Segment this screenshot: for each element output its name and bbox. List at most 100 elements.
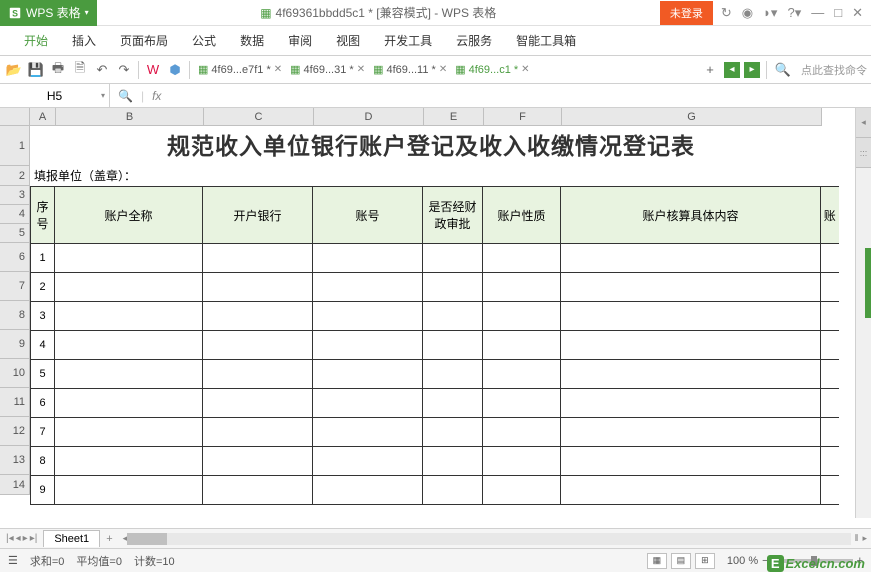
table-cell[interactable]	[313, 389, 423, 418]
data-table[interactable]: 序号账户全称开户银行账号是否经财政审批账户性质账户核算具体内容账 1234567…	[30, 186, 839, 505]
table-cell[interactable]	[313, 331, 423, 360]
table-cell[interactable]	[55, 331, 203, 360]
menu-tab[interactable]: 开发工具	[372, 26, 444, 56]
preview-icon[interactable]: 🗎	[70, 60, 90, 80]
row-header[interactable]: 13	[0, 446, 30, 475]
row-header[interactable]: 9	[0, 330, 30, 359]
table-cell[interactable]	[55, 360, 203, 389]
open-icon[interactable]: 📂	[4, 60, 24, 80]
row-header[interactable]: 14	[0, 475, 30, 495]
table-cell[interactable]	[821, 244, 839, 273]
row-header[interactable]: 4	[0, 205, 30, 224]
horizontal-scrollbar[interactable]	[127, 533, 850, 545]
table-cell[interactable]	[55, 447, 203, 476]
table-cell[interactable]	[55, 389, 203, 418]
table-cell[interactable]	[203, 302, 313, 331]
command-search[interactable]: 点此查找命令	[797, 62, 867, 78]
table-cell[interactable]	[55, 476, 203, 505]
hscroll-handle-icon[interactable]: ⦀	[851, 533, 863, 544]
table-row[interactable]: 7	[31, 418, 839, 447]
menu-tab[interactable]: 审阅	[276, 26, 324, 56]
table-cell[interactable]	[483, 360, 561, 389]
view-page-icon[interactable]: ▤	[671, 553, 691, 569]
document-tab[interactable]: ▦4f69...e7f1 *✕	[194, 63, 286, 76]
row-header[interactable]: 7	[0, 272, 30, 301]
undo-icon[interactable]: ↶	[92, 60, 112, 80]
row-header[interactable]: 2	[0, 166, 30, 186]
table-row[interactable]: 8	[31, 447, 839, 476]
table-cell[interactable]	[821, 476, 839, 505]
column-header[interactable]: D	[314, 108, 424, 125]
table-header[interactable]: 账户核算具体内容	[561, 187, 821, 244]
table-cell[interactable]	[483, 273, 561, 302]
row-header[interactable]: 12	[0, 417, 30, 446]
table-header[interactable]: 账户性质	[483, 187, 561, 244]
table-cell[interactable]	[423, 476, 483, 505]
menu-icon[interactable]: ☰	[8, 554, 18, 567]
maximize-icon[interactable]: □	[834, 5, 842, 20]
row-header[interactable]: 3	[0, 186, 30, 205]
column-header[interactable]: E	[424, 108, 484, 125]
table-cell[interactable]	[423, 302, 483, 331]
document-tab[interactable]: ▦4f69...11 *✕	[369, 63, 451, 76]
close-icon[interactable]: ✕	[852, 5, 863, 21]
table-cell[interactable]	[313, 273, 423, 302]
redo-icon[interactable]: ↷	[114, 60, 134, 80]
table-cell[interactable]	[821, 302, 839, 331]
table-cell[interactable]	[313, 244, 423, 273]
table-cell[interactable]	[423, 273, 483, 302]
table-row[interactable]: 3	[31, 302, 839, 331]
table-cell[interactable]	[483, 331, 561, 360]
cloud-icon[interactable]: ◉	[742, 5, 753, 21]
skin-icon[interactable]: ◗▾	[763, 5, 777, 21]
document-tab[interactable]: ▦4f69...31 *✕	[286, 63, 369, 76]
table-header[interactable]: 是否经财政审批	[423, 187, 483, 244]
table-row[interactable]: 2	[31, 273, 839, 302]
table-cell[interactable]	[561, 302, 821, 331]
table-cell[interactable]	[203, 244, 313, 273]
table-cell[interactable]	[55, 418, 203, 447]
hscroll-right-icon[interactable]: ▸	[862, 533, 867, 544]
feedback-icon[interactable]: ?▾	[787, 5, 801, 21]
table-cell[interactable]	[821, 273, 839, 302]
table-header[interactable]: 序号	[31, 187, 55, 244]
table-cell[interactable]	[561, 360, 821, 389]
close-tab-icon[interactable]: ✕	[521, 64, 529, 75]
table-cell[interactable]	[423, 389, 483, 418]
sheet-last-icon[interactable]: ▸|	[30, 533, 38, 544]
menu-tab[interactable]: 数据	[228, 26, 276, 56]
login-button[interactable]: 未登录	[660, 1, 713, 25]
table-cell[interactable]	[423, 447, 483, 476]
table-row[interactable]: 5	[31, 360, 839, 389]
table-cell[interactable]	[423, 418, 483, 447]
row-header[interactable]: 5	[0, 224, 30, 243]
panel-grip[interactable]: :::	[856, 138, 871, 168]
close-tab-icon[interactable]: ✕	[274, 64, 282, 75]
table-cell[interactable]	[483, 389, 561, 418]
row-header[interactable]: 6	[0, 243, 30, 272]
app-logo[interactable]: S WPS 表格 ▾	[0, 0, 97, 26]
table-cell[interactable]	[483, 302, 561, 331]
sheet-title[interactable]: 规范收入单位银行账户登记及收入收缴情况登记表	[30, 126, 832, 166]
table-cell[interactable]	[483, 447, 561, 476]
close-tab-icon[interactable]: ✕	[439, 64, 447, 75]
table-cell[interactable]	[203, 273, 313, 302]
view-break-icon[interactable]: ⊞	[695, 553, 715, 569]
panel-accent[interactable]	[865, 248, 871, 318]
fx-label[interactable]: fx	[152, 89, 161, 103]
menu-tab[interactable]: 智能工具箱	[504, 26, 588, 56]
menu-tab[interactable]: 插入	[60, 26, 108, 56]
table-cell[interactable]	[821, 331, 839, 360]
table-cell[interactable]	[203, 331, 313, 360]
row-header[interactable]: 11	[0, 388, 30, 417]
column-header[interactable]: B	[56, 108, 204, 125]
scrollbar-thumb[interactable]	[127, 533, 167, 545]
table-cell[interactable]	[203, 447, 313, 476]
table-cell[interactable]	[55, 302, 203, 331]
close-tab-icon[interactable]: ✕	[357, 64, 365, 75]
table-row[interactable]: 4	[31, 331, 839, 360]
table-header[interactable]: 账	[821, 187, 839, 244]
table-row[interactable]: 6	[31, 389, 839, 418]
table-cell[interactable]	[821, 418, 839, 447]
sync-icon[interactable]: ↻	[721, 5, 732, 21]
